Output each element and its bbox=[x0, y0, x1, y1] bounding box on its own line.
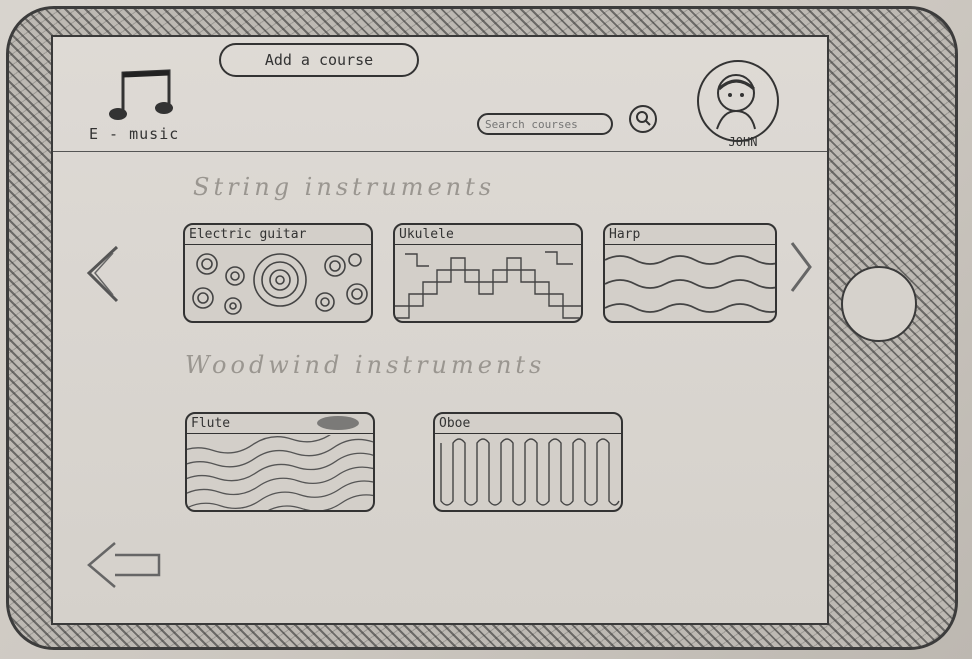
music-note-icon bbox=[109, 69, 173, 120]
course-label: Oboe bbox=[439, 416, 471, 431]
carousel-prev-button[interactable] bbox=[83, 243, 123, 308]
course-card-ukulele[interactable]: Ukulele bbox=[393, 223, 583, 323]
card-divider bbox=[435, 433, 621, 434]
diagonal-wave-pattern bbox=[187, 435, 373, 510]
swirl-pattern bbox=[192, 253, 368, 315]
add-course-button[interactable]: Add a course bbox=[219, 43, 419, 77]
app-screen: Add a course E - music Search courses JO… bbox=[51, 35, 829, 625]
course-label: Harp bbox=[609, 227, 641, 242]
back-arrow-icon bbox=[87, 542, 161, 588]
section-title-woodwind: Woodwind instruments bbox=[185, 351, 546, 379]
section-title-string: String instruments bbox=[193, 173, 496, 201]
wave-pattern bbox=[605, 255, 775, 313]
course-card-oboe[interactable]: Oboe bbox=[433, 412, 623, 512]
chevron-right-icon bbox=[790, 242, 812, 292]
zigzag-pattern bbox=[395, 251, 581, 319]
card-divider bbox=[395, 244, 581, 245]
course-label: Electric guitar bbox=[189, 227, 307, 242]
carousel-next-button[interactable] bbox=[786, 237, 816, 300]
card-divider bbox=[187, 433, 373, 434]
course-label: Flute bbox=[191, 416, 231, 431]
course-label: Ukulele bbox=[399, 227, 454, 242]
smudge-mark bbox=[317, 416, 359, 430]
tablet-frame: Add a course E - music Search courses JO… bbox=[6, 6, 958, 650]
header-divider bbox=[53, 151, 827, 152]
vertical-loop-pattern bbox=[440, 438, 620, 506]
search-button[interactable] bbox=[627, 103, 659, 135]
app-logo: E - music bbox=[89, 67, 209, 147]
course-card-flute[interactable]: Flute bbox=[185, 412, 375, 512]
course-card-electric-guitar[interactable]: Electric guitar bbox=[183, 223, 373, 323]
card-divider bbox=[605, 244, 775, 245]
home-button[interactable] bbox=[841, 266, 917, 342]
back-button[interactable] bbox=[85, 539, 163, 594]
chevron-left-icon bbox=[86, 245, 119, 303]
search-icon bbox=[629, 105, 657, 133]
user-name: JOHN bbox=[728, 135, 758, 149]
search-input[interactable] bbox=[477, 113, 613, 135]
logo-text: E - music bbox=[89, 125, 180, 143]
card-divider bbox=[185, 244, 371, 245]
course-card-harp[interactable]: Harp bbox=[603, 223, 777, 323]
